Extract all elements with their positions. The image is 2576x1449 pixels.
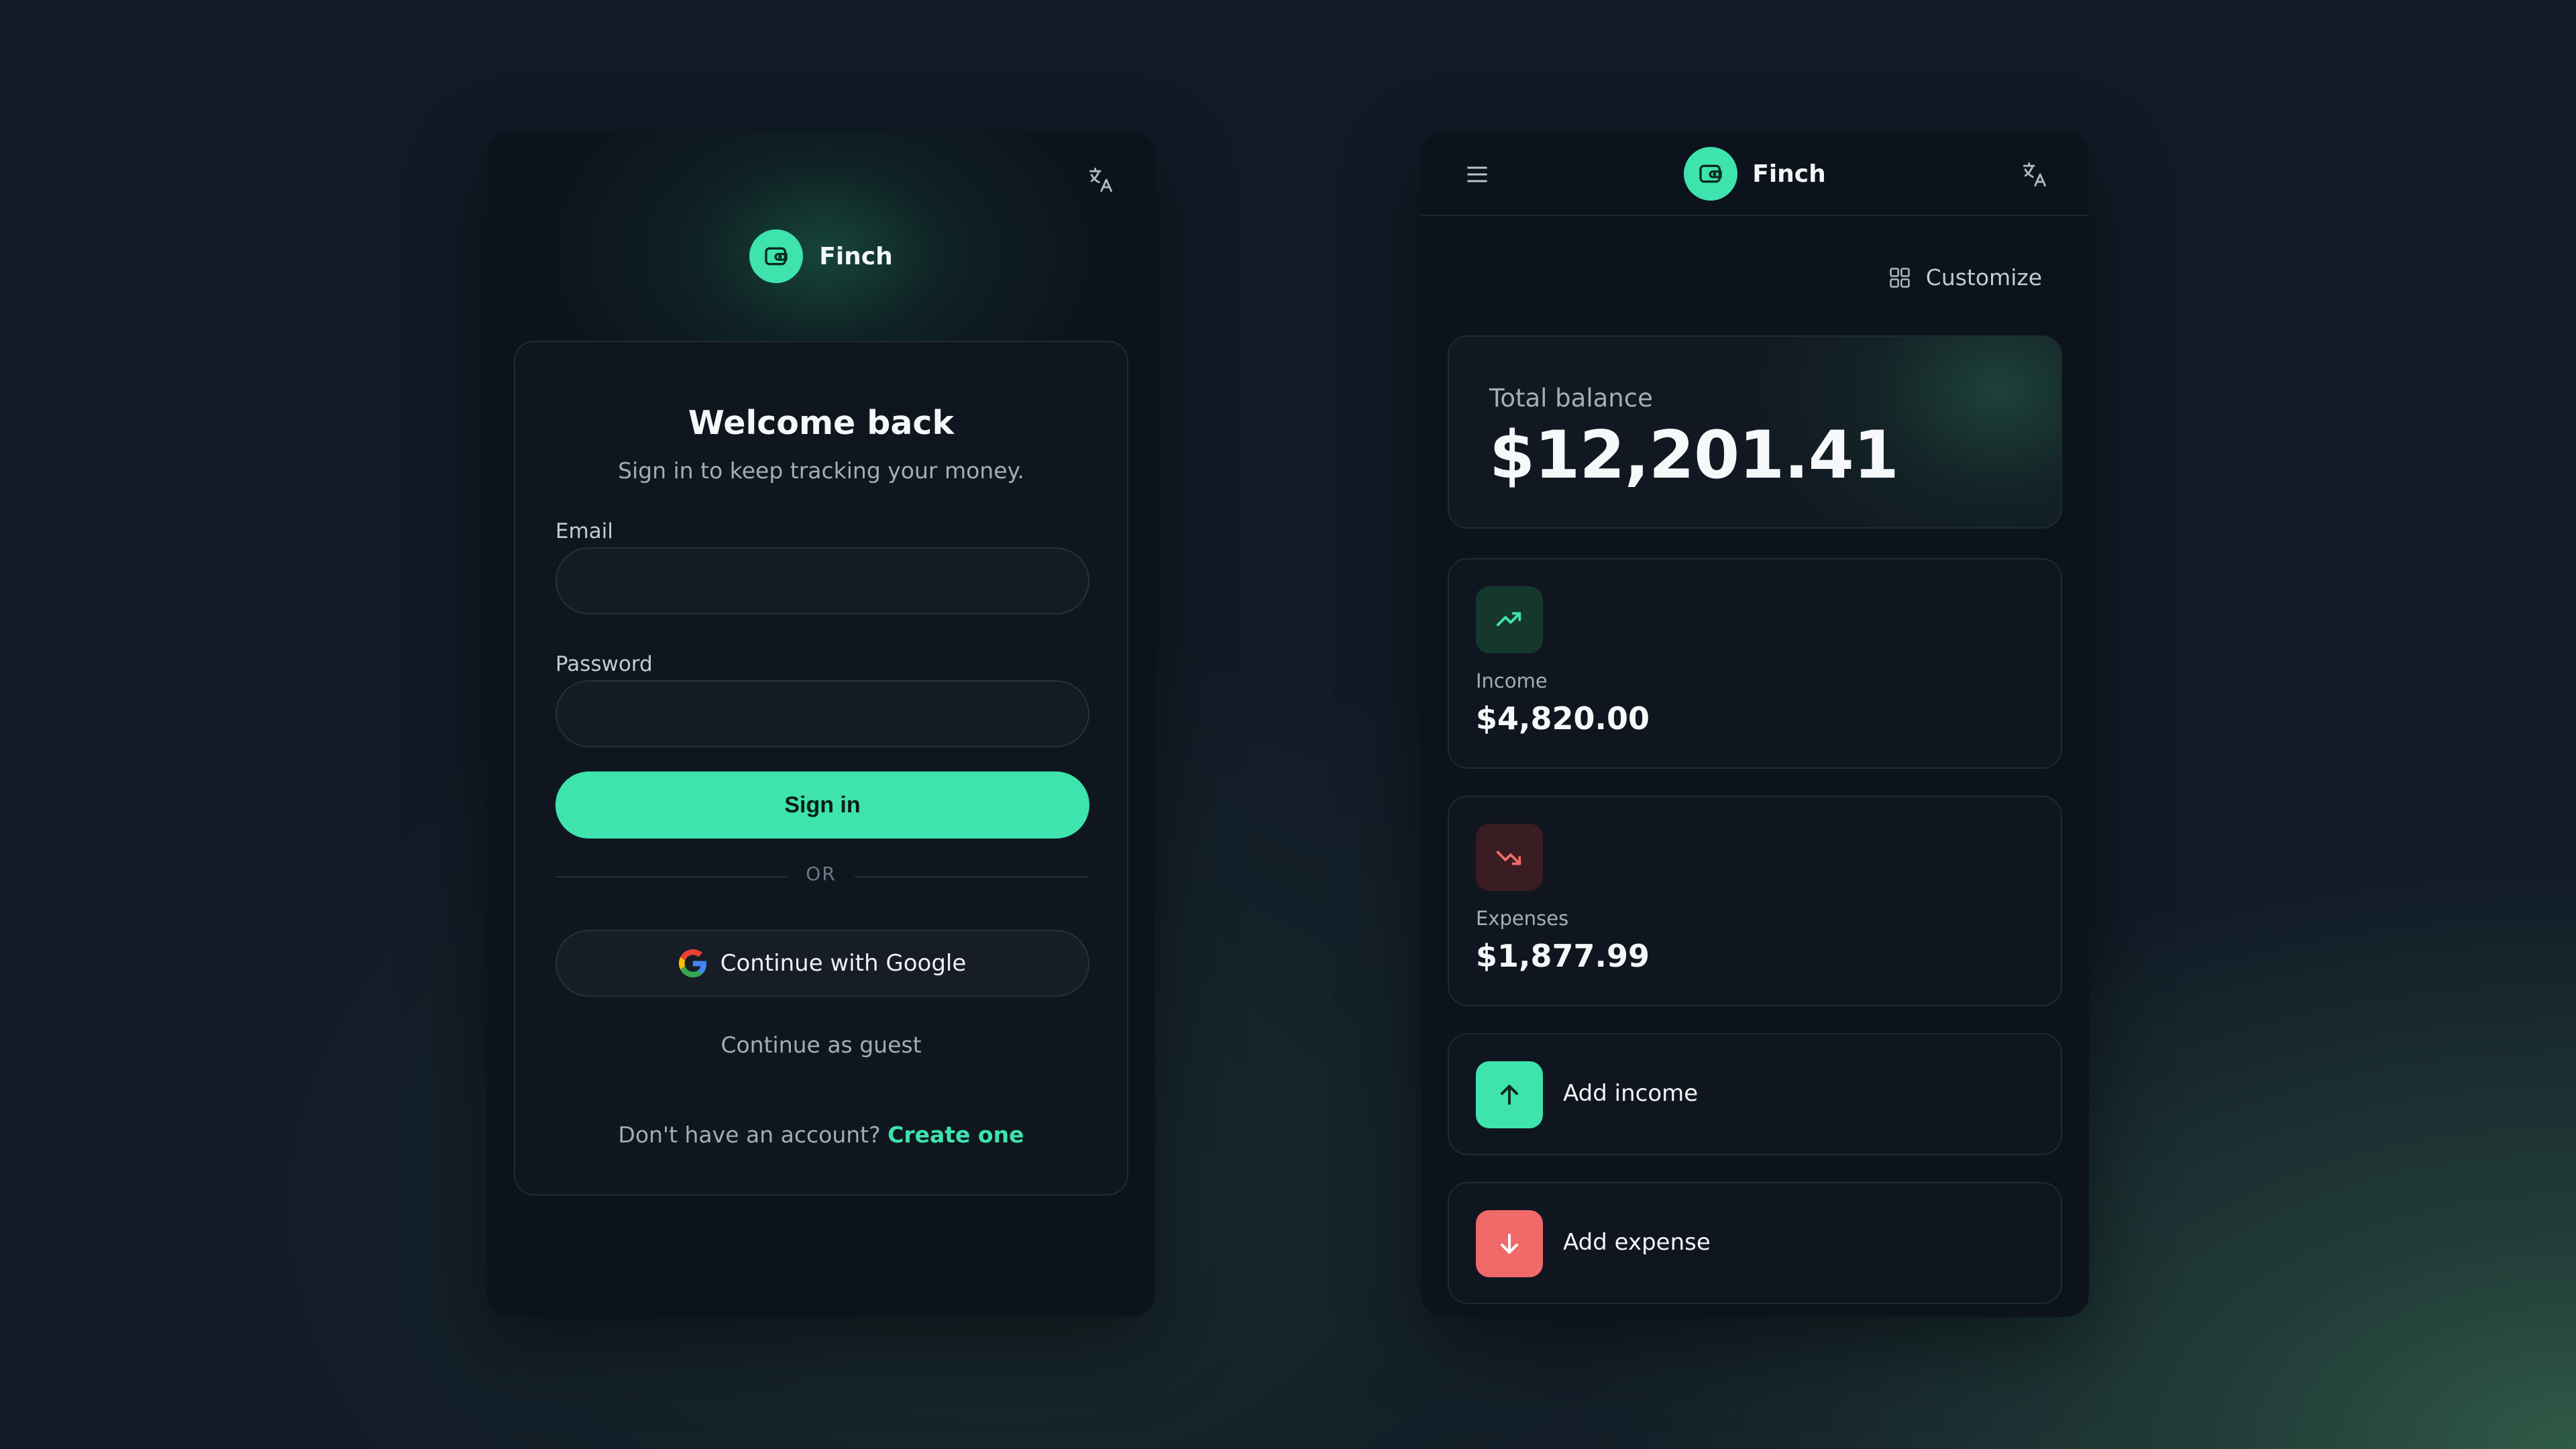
grid-icon bbox=[1890, 267, 1910, 288]
brand-name: Finch bbox=[1752, 160, 1826, 188]
translate-icon[interactable] bbox=[1085, 165, 1115, 195]
logo bbox=[1684, 147, 1738, 201]
arrow-up-icon bbox=[1500, 1085, 1519, 1105]
add-income-label: Add income bbox=[1563, 1080, 1699, 1107]
google-signin-button[interactable]: Continue with Google bbox=[555, 930, 1089, 997]
balance-label: Total balance bbox=[1489, 384, 1653, 413]
signin-screen: Finch Welcome back Sign in to keep track… bbox=[487, 131, 1155, 1317]
balance-value: $12,201.41 bbox=[1489, 417, 1899, 494]
expenses-label: Expenses bbox=[1476, 907, 1569, 930]
password-label: Password bbox=[555, 652, 653, 676]
top-bar: Finch bbox=[1421, 131, 2089, 216]
page-title: Welcome back bbox=[688, 404, 955, 442]
arrow-down-icon bbox=[1500, 1234, 1519, 1254]
customize-button[interactable]: Customize bbox=[1887, 264, 2042, 290]
brand: Finch bbox=[1421, 147, 2089, 201]
add-expense-icon-box bbox=[1476, 1210, 1543, 1277]
add-expense-button[interactable]: Add expense bbox=[1448, 1182, 2062, 1304]
password-field[interactable] bbox=[555, 680, 1089, 747]
expenses-icon-box bbox=[1476, 824, 1543, 891]
expenses-card[interactable]: Expenses $1,877.99 bbox=[1448, 796, 2062, 1006]
google-signin-label: Continue with Google bbox=[720, 950, 967, 977]
brand-name: Finch bbox=[819, 242, 893, 270]
dashboard-screen: Finch Customize Total balance $12,201.41… bbox=[1421, 131, 2089, 1317]
create-account-row: Don't have an account? Create one bbox=[515, 1122, 1127, 1148]
guest-link[interactable]: Continue as guest bbox=[515, 1032, 1127, 1058]
customize-label: Customize bbox=[1925, 264, 2042, 290]
email-field[interactable] bbox=[555, 547, 1089, 614]
google-icon bbox=[678, 949, 706, 977]
add-expense-label: Add expense bbox=[1563, 1229, 1711, 1256]
email-label: Email bbox=[555, 519, 614, 543]
create-account-link[interactable]: Create one bbox=[888, 1122, 1024, 1148]
trending-down-icon bbox=[1496, 851, 1521, 865]
add-income-icon-box bbox=[1476, 1061, 1543, 1128]
logo bbox=[749, 229, 804, 283]
page-subtitle: Sign in to keep tracking your money. bbox=[618, 458, 1024, 484]
add-income-button[interactable]: Add income bbox=[1448, 1033, 2062, 1155]
signin-card: Welcome back Sign in to keep tracking yo… bbox=[514, 341, 1128, 1195]
brand: Finch bbox=[487, 229, 1155, 283]
signin-button[interactable]: Sign in bbox=[555, 771, 1089, 839]
income-label: Income bbox=[1476, 669, 1548, 692]
income-card[interactable]: Income $4,820.00 bbox=[1448, 558, 2062, 769]
income-icon-box bbox=[1476, 586, 1543, 653]
translate-icon[interactable] bbox=[2019, 160, 2049, 189]
no-account-text: Don't have an account? bbox=[618, 1122, 881, 1148]
wallet-icon bbox=[765, 247, 788, 266]
wallet-icon bbox=[1699, 164, 1722, 183]
total-balance-card: Total balance $12,201.41 bbox=[1448, 335, 2062, 529]
or-label: OR bbox=[788, 863, 854, 885]
income-value: $4,820.00 bbox=[1476, 700, 1650, 737]
trending-up-icon bbox=[1496, 612, 1521, 627]
expenses-value: $1,877.99 bbox=[1476, 938, 1650, 974]
